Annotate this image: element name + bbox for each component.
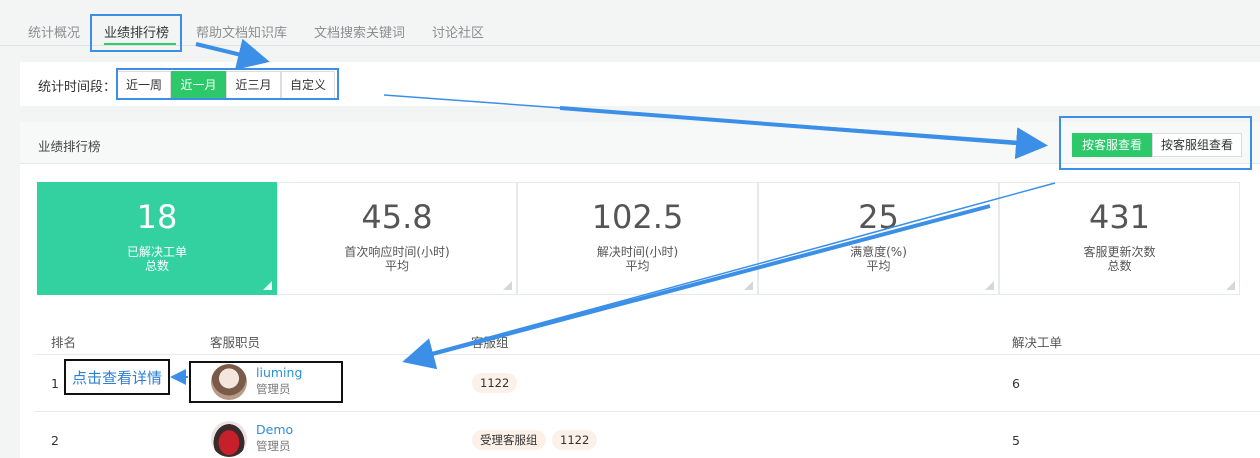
tab-doc-search-keywords[interactable]: 文档搜索关键词 [314, 22, 405, 41]
corner-triangle-icon [503, 281, 512, 290]
annotation-box-active-tab [90, 14, 182, 52]
stat-value: 45.8 [361, 198, 433, 236]
stat-label: 客服更新次数 [1083, 245, 1156, 259]
corner-triangle-icon [985, 281, 994, 290]
stat-label: 首次响应时间(小时) [344, 245, 450, 259]
annotation-box-agent-cell [189, 361, 343, 403]
column-header-rank[interactable]: 排名 [51, 332, 76, 351]
corner-triangle-icon [1226, 281, 1235, 290]
row-divider [34, 411, 1260, 412]
stat-sublabel: 平均 [625, 259, 650, 273]
rank-cell: 2 [51, 433, 59, 448]
column-header-agent[interactable]: 客服职员 [210, 332, 260, 351]
solved-cell: 6 [1012, 376, 1020, 391]
arrow-tab-to-filter [195, 38, 270, 70]
group-tag: 受理客服组 [472, 430, 546, 450]
stat-value: 102.5 [591, 198, 684, 236]
time-filter-label: 统计时间段： [38, 80, 117, 95]
stat-sublabel: 总数 [144, 259, 169, 273]
stat-label: 已解决工单 [126, 245, 187, 259]
column-header-group[interactable]: 客服组 [471, 332, 509, 351]
stat-card-agent-updates[interactable]: 431 客服更新次数 总数 [999, 182, 1240, 295]
table-header-divider [34, 354, 1260, 355]
annotation-box-time-filter [116, 68, 339, 100]
stat-sublabel: 平均 [384, 259, 409, 273]
stat-card-resolution-time[interactable]: 102.5 解决时间(小时) 平均 [517, 182, 758, 295]
corner-triangle-icon [744, 281, 753, 290]
stat-label: 满意度(%) [850, 245, 907, 259]
corner-triangle-icon [263, 281, 272, 290]
stat-value: 431 [1088, 198, 1151, 236]
group-tag: 1122 [552, 430, 598, 450]
tab-overview[interactable]: 统计概况 [28, 22, 80, 41]
group-tag: 1122 [472, 373, 518, 393]
tab-help-docs[interactable]: 帮助文档知识库 [196, 22, 287, 41]
stat-value: 25 [858, 198, 899, 236]
top-tab-bar: 统计概况 业绩排行榜 帮助文档知识库 文档搜索关键词 讨论社区 [0, 0, 1260, 46]
solved-cell: 5 [1012, 433, 1020, 448]
rank-cell: 1 [51, 376, 59, 391]
stat-card-satisfaction[interactable]: 25 满意度(%) 平均 [758, 182, 999, 295]
agent-name-link[interactable]: Demo [256, 422, 293, 437]
stat-value: 18 [136, 198, 178, 236]
stat-sublabel: 平均 [866, 259, 891, 273]
annotation-detail-hint-text: 点击查看详情 [72, 369, 163, 387]
ranking-panel: 业绩排行榜 按客服查看 按客服组查看 18 已解决工单 总数 45.8 首次响应… [20, 122, 1260, 458]
stat-label: 解决时间(小时) [596, 245, 679, 259]
tab-discussion-community[interactable]: 讨论社区 [432, 22, 484, 41]
column-header-solved[interactable]: 解决工单 [1012, 332, 1062, 351]
stat-card-solved-tickets[interactable]: 18 已解决工单 总数 [37, 182, 277, 295]
panel-title: 业绩排行榜 [38, 139, 101, 154]
avatar [211, 421, 247, 457]
annotation-box-view-buttons [1059, 116, 1252, 170]
stat-card-first-response[interactable]: 45.8 首次响应时间(小时) 平均 [277, 182, 517, 295]
agent-role: 管理员 [256, 439, 291, 453]
stat-sublabel: 总数 [1107, 259, 1132, 273]
